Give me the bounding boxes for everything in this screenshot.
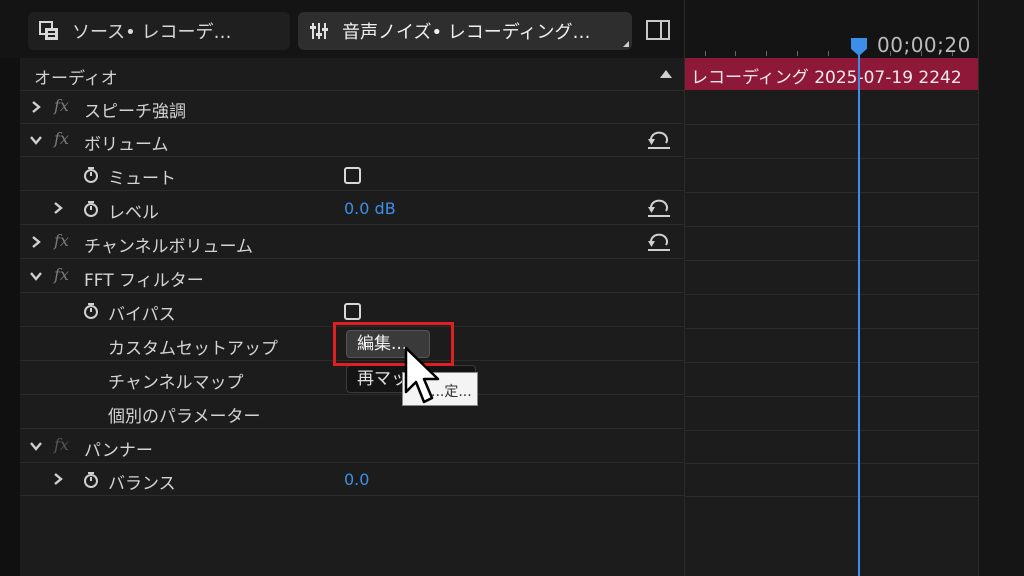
fx-icon[interactable]: fx bbox=[54, 96, 69, 115]
tab-effect-controls[interactable]: 音声ノイズ• レコーディング… bbox=[298, 12, 632, 50]
track-divider bbox=[685, 294, 979, 295]
playhead-line[interactable] bbox=[858, 52, 860, 576]
param-row-mute: ミュート bbox=[20, 158, 684, 191]
effect-label: チャンネルボリューム bbox=[84, 237, 253, 257]
track-divider bbox=[685, 192, 979, 193]
tab-source-monitor[interactable]: ソース• レコーデ… bbox=[28, 12, 290, 50]
track-divider bbox=[685, 362, 979, 363]
param-label: カスタムセットアップ bbox=[108, 339, 278, 359]
fx-icon[interactable]: fx bbox=[54, 435, 69, 454]
chevron-down-icon[interactable] bbox=[28, 132, 44, 148]
effect-row-channel-volume: fx チャンネルボリューム bbox=[20, 226, 684, 259]
stopwatch-icon[interactable] bbox=[82, 471, 100, 489]
mouse-pointer-icon bbox=[404, 346, 440, 404]
mute-checkbox[interactable] bbox=[344, 167, 361, 184]
param-row-channel-map: チャンネルマップ 再マッピング... bbox=[20, 362, 684, 395]
track-divider bbox=[685, 226, 979, 227]
timecode: 00;00;20 bbox=[877, 33, 971, 57]
param-label: チャンネルマップ bbox=[108, 373, 244, 393]
panel-layout-icon[interactable] bbox=[646, 20, 670, 40]
track-divider bbox=[685, 496, 979, 497]
section-header-audio: オーディオ bbox=[20, 58, 684, 91]
track-divider bbox=[685, 158, 979, 159]
panel-tab-bar: ソース• レコーデ… 音声ノイズ• レコーディング… bbox=[0, 0, 684, 58]
ruler-tick bbox=[766, 51, 767, 56]
ruler-tick bbox=[705, 51, 706, 56]
chevron-right-icon[interactable] bbox=[50, 200, 66, 216]
level-value[interactable]: 0.0 dB bbox=[344, 199, 396, 218]
effect-controls-panel: オーディオ fx スピーチ強調 fx ボリューム ミュート レベル 0.0 dB… bbox=[20, 58, 684, 576]
effect-controls-icon bbox=[308, 20, 330, 42]
stopwatch-icon[interactable] bbox=[82, 166, 100, 184]
fx-icon[interactable]: fx bbox=[54, 129, 69, 148]
ruler-tick bbox=[797, 51, 798, 56]
chevron-right-icon[interactable] bbox=[28, 99, 44, 115]
param-label: 個別のパラメーター bbox=[108, 407, 261, 427]
track-divider bbox=[685, 124, 979, 125]
chevron-down-icon[interactable] bbox=[28, 268, 44, 284]
reset-icon[interactable] bbox=[646, 199, 672, 219]
reset-icon[interactable] bbox=[646, 233, 672, 253]
param-label: バイパス bbox=[108, 305, 176, 325]
track-divider bbox=[685, 463, 979, 464]
effect-label: ボリューム bbox=[84, 135, 169, 155]
chevron-right-icon[interactable] bbox=[28, 234, 44, 250]
balance-value[interactable]: 0.0 bbox=[344, 470, 369, 489]
tab-effect-controls-label: 音声ノイズ• レコーディング… bbox=[342, 22, 591, 43]
fx-icon[interactable]: fx bbox=[54, 265, 69, 284]
effect-row-speech-enhance: fx スピーチ強調 bbox=[20, 91, 684, 124]
bypass-checkbox[interactable] bbox=[344, 303, 361, 320]
audio-clip[interactable]: レコーディング 2025-07-19 2242 bbox=[685, 58, 979, 90]
effect-label: パンナー bbox=[84, 441, 153, 461]
param-row-individual-params: 個別のパラメーター bbox=[20, 396, 684, 429]
param-row-balance: バランス 0.0 bbox=[20, 463, 684, 496]
track-divider bbox=[685, 396, 979, 397]
effect-label: FFT フィルター bbox=[84, 271, 204, 291]
time-ruler[interactable]: 00;00;20 bbox=[685, 0, 979, 58]
param-label: バランス bbox=[108, 474, 176, 494]
stopwatch-icon[interactable] bbox=[82, 302, 100, 320]
reset-icon[interactable] bbox=[646, 131, 672, 151]
track-divider bbox=[685, 430, 979, 431]
param-label: レベル bbox=[108, 203, 159, 223]
ruler-tick bbox=[735, 51, 736, 56]
chevron-down-icon[interactable] bbox=[28, 438, 44, 454]
collapse-up-icon[interactable] bbox=[660, 70, 672, 78]
tab-menu-corner-icon[interactable] bbox=[623, 41, 629, 47]
timeline-panel: 00;00;20 レコーディング 2025-07-19 2242 bbox=[684, 0, 979, 576]
effect-row-fft-filter: fx FFT フィルター bbox=[20, 260, 684, 293]
param-row-level: レベル 0.0 dB bbox=[20, 192, 684, 225]
param-label: ミュート bbox=[108, 169, 176, 189]
tab-source-label: ソース• レコーデ… bbox=[72, 22, 232, 43]
effect-label: スピーチ強調 bbox=[84, 102, 186, 122]
source-monitor-icon bbox=[38, 20, 60, 42]
right-panel-strip bbox=[978, 0, 1024, 576]
effect-row-volume: fx ボリューム bbox=[20, 124, 684, 157]
fx-icon[interactable]: fx bbox=[54, 231, 69, 250]
section-header-label: オーディオ bbox=[34, 69, 118, 89]
track-divider bbox=[685, 260, 979, 261]
effect-row-panner: fx パンナー bbox=[20, 430, 684, 463]
chevron-right-icon[interactable] bbox=[50, 471, 66, 487]
ruler-tick bbox=[828, 51, 829, 56]
track-divider bbox=[685, 328, 979, 329]
stopwatch-icon[interactable] bbox=[82, 200, 100, 218]
